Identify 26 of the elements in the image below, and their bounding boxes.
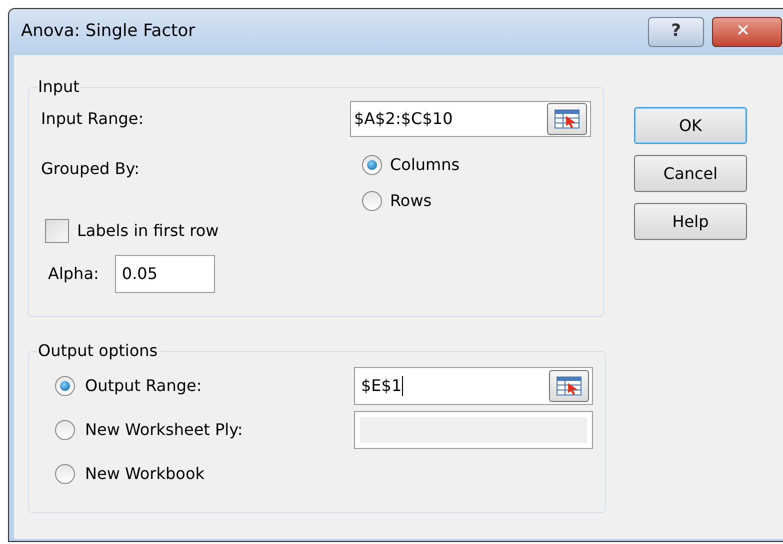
input-range-field[interactable]: $A$2:$C$10 <box>350 101 591 137</box>
output-range-field[interactable]: $E$1 <box>354 367 593 405</box>
checkbox[interactable] <box>45 219 69 243</box>
range-picker-button[interactable] <box>547 103 587 135</box>
group-legend: Output options <box>37 339 159 363</box>
field-label: Alpha: <box>48 263 99 285</box>
dialog-button[interactable]: OK <box>634 107 747 144</box>
alpha-field[interactable]: 0.05 <box>114 255 215 293</box>
radio-button[interactable] <box>55 464 75 484</box>
dialog-button[interactable]: Cancel <box>634 155 747 192</box>
radio-button[interactable] <box>362 155 382 175</box>
radio-label: New Workbook <box>85 463 204 485</box>
radio-button[interactable] <box>55 376 75 396</box>
radio-label: New Worksheet Ply: <box>85 419 243 441</box>
radio-label: Columns <box>390 154 460 176</box>
radio-label: Rows <box>390 190 432 212</box>
window-title: Anova: Single Factor <box>21 20 196 44</box>
checkbox-label: Labels in first row <box>77 220 219 242</box>
radio-label: Output Range: <box>85 375 202 397</box>
range-picker-button[interactable] <box>549 370 589 402</box>
radio-button[interactable] <box>362 191 382 211</box>
help-button[interactable]: ? <box>648 17 704 47</box>
field-label: Grouped By: <box>41 158 140 180</box>
group-legend: Input <box>37 75 80 99</box>
dialog-button[interactable]: Help <box>634 203 747 240</box>
field-label: Input Range: <box>41 108 145 130</box>
